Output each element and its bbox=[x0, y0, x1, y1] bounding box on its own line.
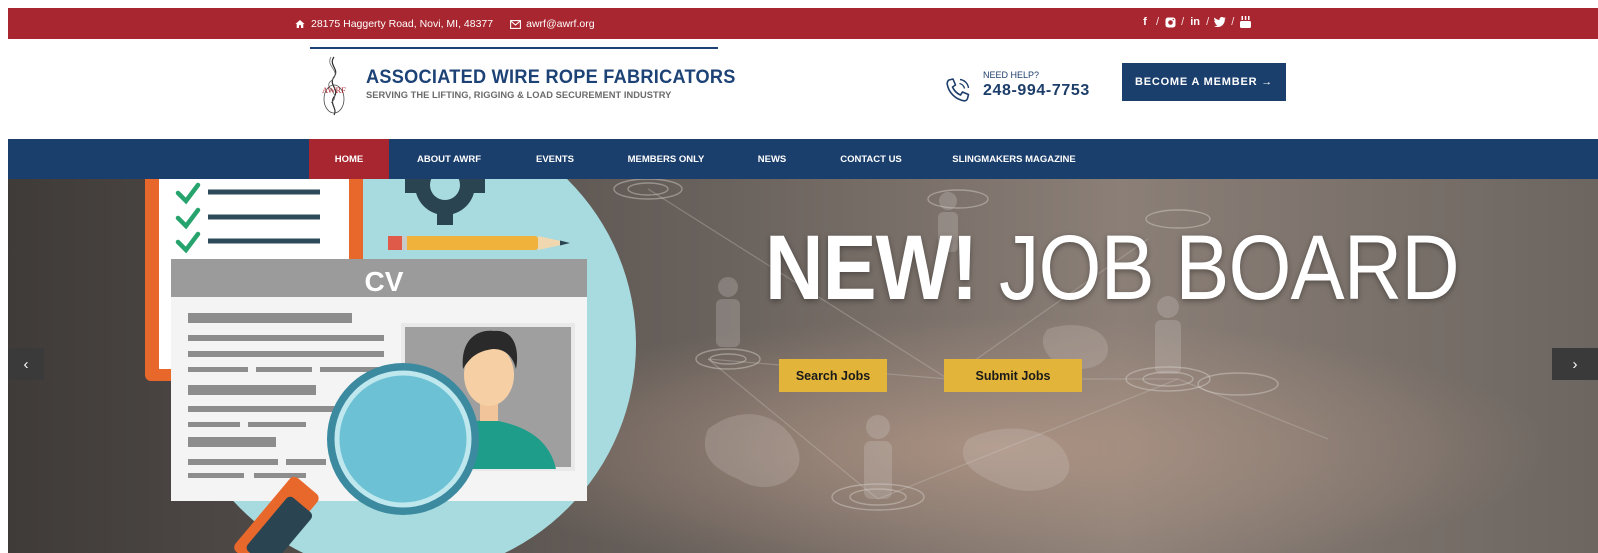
nav-news[interactable]: NEWS bbox=[731, 139, 813, 179]
logo-rule bbox=[310, 47, 718, 49]
phone-icon bbox=[944, 76, 972, 104]
email-link[interactable]: awrf@awrf.org bbox=[526, 18, 594, 30]
main-nav: HOME ABOUT AWRF EVENTS MEMBERS ONLY NEWS… bbox=[8, 139, 1598, 179]
top-bar: 28175 Haggerty Road, Novi, MI, 48377 awr… bbox=[8, 8, 1598, 39]
cv-card-label: CV bbox=[365, 266, 404, 297]
address-text: 28175 Haggerty Road, Novi, MI, 48377 bbox=[311, 18, 494, 30]
hero-slider: CV NEW! JOB BOARD Search Jobs Submit Job… bbox=[8, 179, 1598, 553]
site-title[interactable]: ASSOCIATED WIRE ROPE FABRICATORS bbox=[366, 66, 736, 89]
youtube-icon[interactable] bbox=[1239, 15, 1251, 29]
site-header: AWRF ASSOCIATED WIRE ROPE FABRICATORS SE… bbox=[0, 39, 1598, 139]
search-jobs-button[interactable]: Search Jobs bbox=[779, 359, 887, 392]
site-tagline: SERVING THE LIFTING, RIGGING & LOAD SECU… bbox=[366, 90, 672, 100]
contact-info: 28175 Haggerty Road, Novi, MI, 48377 awr… bbox=[294, 17, 595, 31]
help-label: NEED HELP? bbox=[983, 70, 1040, 80]
nav-events[interactable]: EVENTS bbox=[509, 139, 601, 179]
logo-mark-text: AWRF bbox=[322, 85, 346, 95]
social-links: f / / in / / bbox=[1139, 15, 1251, 29]
submit-jobs-button[interactable]: Submit Jobs bbox=[944, 359, 1082, 392]
slider-prev-button[interactable]: ‹ bbox=[8, 348, 44, 380]
become-member-button[interactable]: BECOME A MEMBER → bbox=[1122, 63, 1286, 101]
nav-home[interactable]: HOME bbox=[309, 139, 389, 179]
twitter-icon[interactable] bbox=[1214, 15, 1226, 29]
envelope-icon bbox=[509, 17, 521, 31]
nav-about-awrf[interactable]: ABOUT AWRF bbox=[389, 139, 509, 179]
help-phone-link[interactable]: 248-994-7753 bbox=[983, 82, 1090, 100]
chevron-right-icon: › bbox=[1572, 355, 1578, 373]
linkedin-icon[interactable]: in bbox=[1189, 15, 1201, 29]
home-icon bbox=[294, 17, 306, 31]
instagram-icon[interactable] bbox=[1164, 15, 1176, 29]
chevron-left-icon: ‹ bbox=[23, 355, 29, 373]
nav-contact-us[interactable]: CONTACT US bbox=[813, 139, 929, 179]
facebook-icon[interactable]: f bbox=[1139, 15, 1151, 29]
nav-slingmakers-magazine[interactable]: SLINGMAKERS MAGAZINE bbox=[929, 139, 1099, 179]
nav-members-only[interactable]: MEMBERS ONLY bbox=[601, 139, 731, 179]
hero-title-strong: NEW! bbox=[765, 217, 978, 319]
awrf-logo-icon[interactable]: AWRF bbox=[310, 55, 358, 117]
hero-title: NEW! JOB BOARD bbox=[765, 213, 1460, 323]
slider-next-button[interactable]: › bbox=[1552, 348, 1598, 380]
hero-title-rest: JOB BOARD bbox=[977, 217, 1460, 319]
